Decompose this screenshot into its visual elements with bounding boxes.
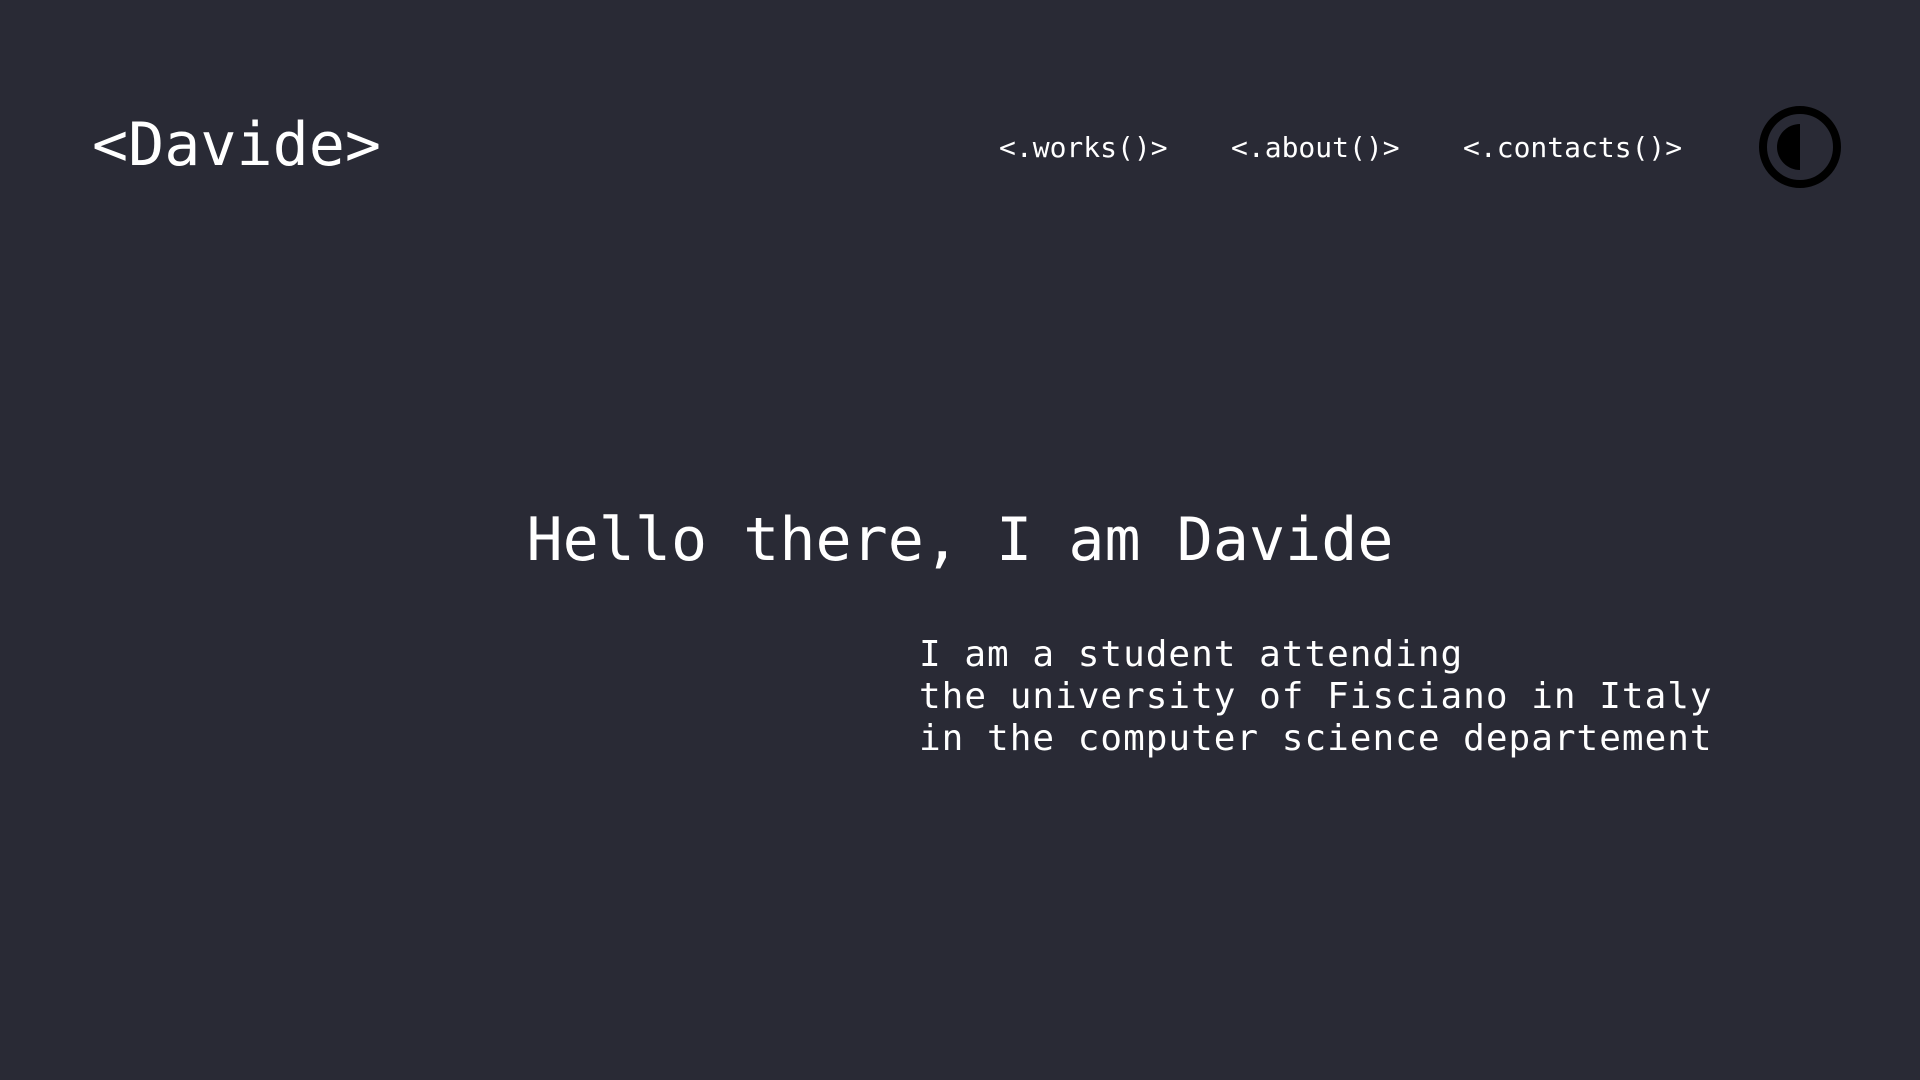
main-nav: <.works()> <.about()> <.contacts()> — [0, 130, 1920, 166]
contrast-icon — [1759, 106, 1841, 188]
theme-toggle-button[interactable] — [1758, 105, 1842, 189]
nav-link-contacts[interactable]: <.contacts()> — [1463, 130, 1682, 166]
nav-link-works[interactable]: <.works()> — [999, 130, 1168, 166]
hero-title: Hello there, I am Davide — [526, 505, 1394, 575]
hero-description-line: the university of Fisciano in Italy — [919, 676, 1713, 717]
hero-description-line: I am a student attending — [919, 634, 1464, 675]
site-header: <Davide> <.works()> <.about()> <.contact… — [0, 0, 1920, 300]
hero-description: I am a student attending the university … — [919, 634, 1713, 760]
hero-description-line: in the computer science departement — [919, 718, 1713, 759]
nav-link-about[interactable]: <.about()> — [1231, 130, 1400, 166]
